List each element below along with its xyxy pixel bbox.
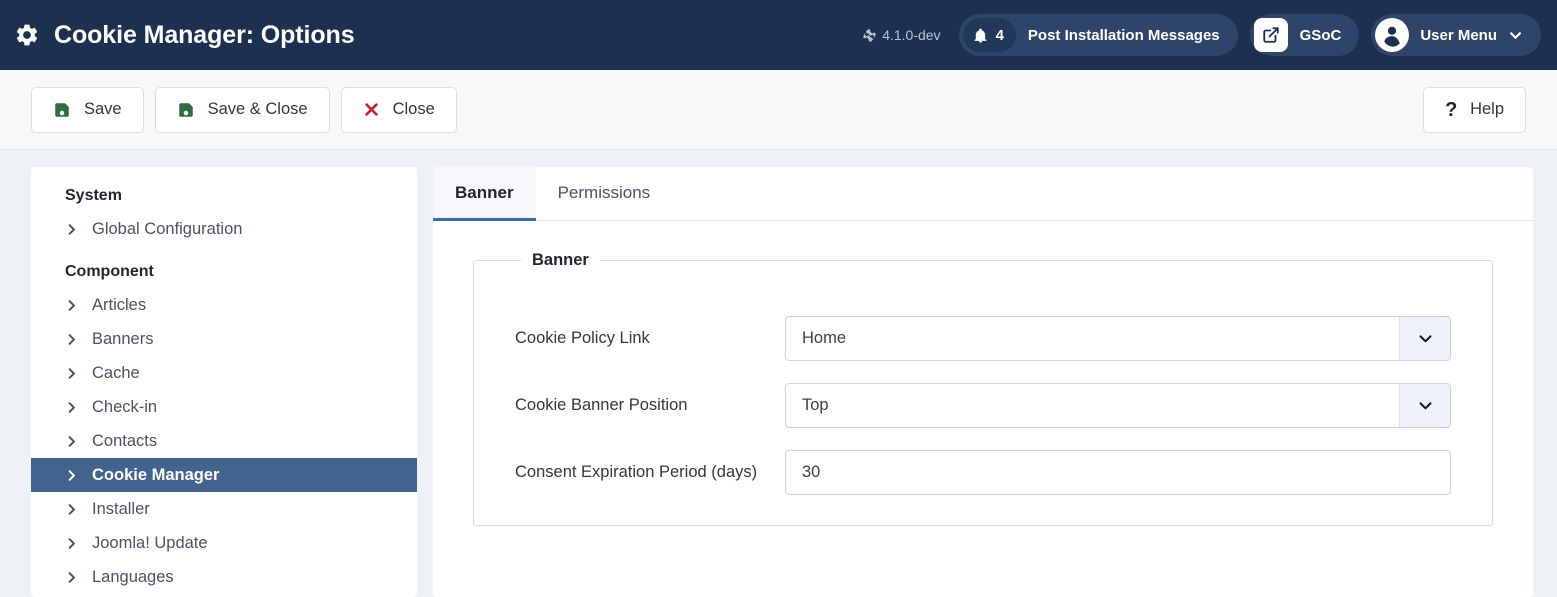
- gsoc-label: GSoC: [1299, 26, 1342, 44]
- save-and-close-button[interactable]: Save & Close: [154, 86, 330, 133]
- version-text: 4.1.0-dev: [882, 27, 941, 43]
- chevron-right-icon: [65, 435, 78, 448]
- sidebar-group-heading-system: System: [65, 187, 122, 204]
- help-button-label: Help: [1470, 100, 1504, 118]
- toolbar: Save Save & Close Close ? Help: [0, 70, 1557, 150]
- tab-panel-banner: Banner Cookie Policy Link Home Cookie Ba…: [433, 221, 1533, 526]
- close-button[interactable]: Close: [340, 86, 457, 133]
- sidebar-item-label: Cache: [92, 363, 140, 382]
- sidebar: System Global Configuration Component Ar…: [31, 167, 417, 597]
- field-label: Cookie Policy Link: [515, 329, 650, 347]
- x-mark-icon: [363, 101, 380, 118]
- chevron-right-icon: [65, 503, 78, 516]
- chevron-down-icon[interactable]: [1399, 384, 1450, 427]
- question-mark-icon: ?: [1445, 98, 1458, 121]
- sidebar-group-heading-component: Component: [65, 263, 154, 280]
- post-installation-messages-button[interactable]: 4 Post Installation Messages: [958, 14, 1238, 56]
- chevron-right-icon: [65, 223, 78, 236]
- main-panel: Banner Permissions Banner Cookie Policy …: [433, 167, 1533, 597]
- cookie-banner-position-select[interactable]: Top: [785, 383, 1451, 428]
- field-control: [785, 450, 1451, 495]
- chevron-down-icon[interactable]: [1399, 317, 1450, 360]
- sidebar-item-articles[interactable]: Articles: [31, 288, 417, 322]
- header-right: 4.1.0-dev 4 Post Installation Messages G…: [862, 14, 1541, 56]
- tab-permissions[interactable]: Permissions: [536, 167, 673, 221]
- field-control: Home: [785, 316, 1451, 361]
- chevron-right-icon: [65, 299, 78, 312]
- sidebar-item-cache[interactable]: Cache: [31, 356, 417, 390]
- user-menu-button[interactable]: User Menu: [1371, 14, 1541, 56]
- user-menu-label: User Menu: [1420, 26, 1497, 44]
- version-indicator: 4.1.0-dev: [862, 27, 941, 43]
- chevron-right-icon: [65, 571, 78, 584]
- page-title: Cookie Manager: Options: [54, 20, 355, 49]
- gear-icon: [14, 22, 40, 48]
- field-cookie-banner-position: Cookie Banner Position Top: [474, 383, 1492, 428]
- chevron-right-icon: [65, 333, 78, 346]
- user-avatar-icon: [1375, 18, 1410, 52]
- consent-expiration-period-input[interactable]: [785, 450, 1451, 495]
- chevron-right-icon: [65, 469, 78, 482]
- chevron-down-icon: [1497, 28, 1523, 43]
- joomla-logo-icon: [862, 28, 877, 43]
- save-button[interactable]: Save: [31, 86, 144, 133]
- tab-bar: Banner Permissions: [433, 167, 1533, 221]
- banner-fieldset: Banner Cookie Policy Link Home Cookie Ba…: [473, 251, 1493, 526]
- sidebar-item-label: Languages: [92, 567, 174, 586]
- tab-banner[interactable]: Banner: [433, 167, 536, 221]
- content-area: System Global Configuration Component Ar…: [0, 150, 1557, 597]
- sidebar-item-cookie-manager[interactable]: Cookie Manager: [31, 458, 417, 492]
- sidebar-item-label: Banners: [92, 329, 154, 348]
- notification-badge: 4: [962, 18, 1016, 52]
- floppy-disk-icon: [53, 101, 71, 119]
- field-control: Top: [785, 383, 1451, 428]
- select-selected-value: Top: [802, 396, 829, 414]
- bell-icon: [972, 27, 989, 44]
- sidebar-item-label: Global Configuration: [92, 219, 243, 238]
- sidebar-item-label: Joomla! Update: [92, 533, 208, 552]
- post-installation-messages-label: Post Installation Messages: [1027, 26, 1220, 44]
- sidebar-item-label: Installer: [92, 499, 150, 518]
- sidebar-item-check-in[interactable]: Check-in: [31, 390, 417, 424]
- sidebar-item-languages[interactable]: Languages: [31, 560, 417, 594]
- cookie-policy-link-select[interactable]: Home: [785, 316, 1451, 361]
- select-selected-value: Home: [802, 329, 847, 347]
- banner-fieldset-legend: Banner: [532, 251, 589, 269]
- sidebar-item-label: Cookie Manager: [92, 465, 220, 484]
- external-link-icon: [1253, 18, 1288, 52]
- sidebar-item-joomla-update[interactable]: Joomla! Update: [31, 526, 417, 560]
- save-and-close-button-label: Save & Close: [207, 100, 308, 118]
- app-header: Cookie Manager: Options 4.1.0-dev 4 Post…: [0, 0, 1557, 70]
- header-left: Cookie Manager: Options: [14, 21, 355, 50]
- chevron-right-icon: [65, 537, 78, 550]
- field-label: Consent Expiration Period (days): [515, 463, 758, 481]
- chevron-right-icon: [65, 367, 78, 380]
- sidebar-item-global-configuration[interactable]: Global Configuration: [31, 212, 417, 246]
- sidebar-item-contacts[interactable]: Contacts: [31, 424, 417, 458]
- sidebar-item-label: Check-in: [92, 397, 158, 416]
- notification-count: 4: [995, 26, 1004, 44]
- save-button-label: Save: [84, 100, 122, 118]
- sidebar-item-label: Articles: [92, 295, 147, 314]
- gsoc-button[interactable]: GSoC: [1249, 14, 1360, 56]
- floppy-disk-icon: [177, 101, 195, 119]
- close-button-label: Close: [392, 100, 435, 118]
- sidebar-item-installer[interactable]: Installer: [31, 492, 417, 526]
- field-consent-expiration-period: Consent Expiration Period (days): [474, 450, 1492, 495]
- field-label: Cookie Banner Position: [515, 396, 688, 414]
- sidebar-item-banners[interactable]: Banners: [31, 322, 417, 356]
- help-button[interactable]: ? Help: [1423, 86, 1526, 133]
- sidebar-item-label: Contacts: [92, 431, 158, 450]
- chevron-right-icon: [65, 401, 78, 414]
- field-cookie-policy-link: Cookie Policy Link Home: [474, 316, 1492, 361]
